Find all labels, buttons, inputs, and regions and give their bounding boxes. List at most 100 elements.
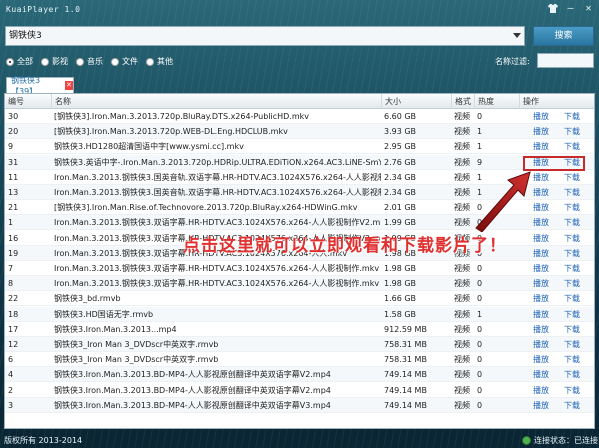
- table-row[interactable]: 12 钢铁侠3_Iron Man 3_DVDscr中英双字.rmvb 758.31 …: [5, 337, 594, 352]
- table-row[interactable]: 17 钢铁侠3.Iron.Man.3.2013...mp4 912.59 MB 视频 0…: [5, 322, 594, 337]
- download-link[interactable]: 下载: [561, 276, 580, 291]
- download-link[interactable]: 下载: [561, 155, 580, 170]
- play-link[interactable]: 播放: [530, 124, 549, 139]
- filter-row: 全部 影视 音乐 文件 其他 名称过滤:: [6, 53, 596, 68]
- cell-size: 6.60 GB: [384, 112, 417, 121]
- download-link[interactable]: 下载: [561, 139, 580, 154]
- play-link[interactable]: 播放: [530, 291, 549, 306]
- radio-icon[interactable]: [111, 57, 119, 66]
- cell-size: 749.14 MB: [384, 385, 427, 395]
- filter-video[interactable]: 影视: [41, 56, 68, 67]
- download-link[interactable]: 下载: [561, 383, 580, 398]
- radio-icon[interactable]: [6, 57, 14, 66]
- cell-no: 18: [8, 309, 19, 319]
- cell-size: 749.14 MB: [384, 400, 427, 410]
- download-link[interactable]: 下载: [561, 109, 580, 124]
- close-icon[interactable]: ✕: [64, 81, 73, 90]
- play-link[interactable]: 播放: [530, 367, 549, 382]
- play-link[interactable]: 播放: [530, 352, 549, 367]
- status-bar: 版权所有 2013-2014 连接状态：已连接: [0, 432, 599, 448]
- cell-name: Iron.Man.3.2013.钢铁侠3.国英音轨.双语字幕.HR-HDTV.A…: [54, 172, 381, 182]
- cell-name: 钢铁侠3_Iron Man 3_DVDscr中英双字.rmvb: [54, 355, 219, 365]
- download-link[interactable]: 下载: [561, 337, 580, 352]
- table-row[interactable]: 18 钢铁侠3.HD国语无字.rmvb 1.58 GB 视频 1 播放 下载: [5, 306, 594, 322]
- radio-icon[interactable]: [41, 57, 49, 66]
- cell-format: 视频: [454, 400, 470, 410]
- cell-no: 22: [8, 294, 19, 304]
- table-row[interactable]: 7 Iron.Man.3.2013.钢铁侠3.双语字幕.HR-HDTV.AC3.1…: [5, 261, 594, 276]
- table-row[interactable]: 3 钢铁侠3.Iron.Man.3.2013.BD-MP4-人人影视原创翻译中英双…: [5, 397, 594, 413]
- play-link[interactable]: 播放: [530, 261, 549, 276]
- name-filter-label: 名称过滤:: [495, 57, 530, 66]
- cell-name: 钢铁侠3_bd.rmvb: [54, 294, 121, 304]
- table-row[interactable]: 22 钢铁侠3_bd.rmvb 1.66 GB 视频 0 播放 下载: [5, 291, 594, 307]
- shirt-icon[interactable]: [546, 3, 559, 15]
- minimize-icon[interactable]: –: [564, 3, 577, 15]
- download-link[interactable]: 下载: [561, 215, 580, 230]
- col-header-no[interactable]: 编号: [5, 94, 51, 109]
- name-filter-input[interactable]: [537, 53, 594, 68]
- play-link[interactable]: 播放: [530, 322, 549, 337]
- table-row[interactable]: 8 Iron.Man.3.2013.钢铁侠3.双语字幕.HR-HDTV.AC3.1…: [5, 276, 594, 292]
- col-header-format[interactable]: 格式: [451, 94, 474, 109]
- col-header-size[interactable]: 大小: [381, 94, 451, 109]
- app-title: KuaiPlayer 1.0: [6, 5, 81, 14]
- table-row[interactable]: 9 钢铁侠3.HD1280超清国语中字[www.ysmi.cc].mkv 2.95 …: [5, 139, 594, 155]
- chevron-down-icon[interactable]: [513, 33, 521, 38]
- cell-size: 2.34 GB: [384, 188, 417, 197]
- play-link[interactable]: 播放: [530, 398, 549, 413]
- download-link[interactable]: 下载: [561, 231, 580, 246]
- cell-format: 视频: [454, 279, 470, 289]
- download-link[interactable]: 下载: [561, 246, 580, 261]
- download-link[interactable]: 下载: [561, 352, 580, 367]
- filter-music[interactable]: 音乐: [76, 56, 103, 67]
- filter-all[interactable]: 全部: [6, 56, 33, 67]
- cell-no: 31: [8, 157, 19, 167]
- table-row[interactable]: 6 钢铁侠3_Iron Man 3_DVDscr中英双字.rmvb 758.31 M…: [5, 352, 594, 368]
- filter-other[interactable]: 其他: [146, 56, 173, 67]
- radio-icon[interactable]: [146, 57, 154, 66]
- download-link[interactable]: 下载: [561, 291, 580, 306]
- download-link[interactable]: 下载: [561, 170, 580, 185]
- play-link[interactable]: 播放: [530, 231, 549, 246]
- download-link[interactable]: 下载: [561, 322, 580, 337]
- cell-name: 钢铁侠3.Iron.Man.3.2013...mp4: [54, 324, 177, 334]
- col-header-heat[interactable]: 热度: [474, 94, 519, 109]
- tab-search-result[interactable]: 钢铁侠3【39】 ✕: [6, 76, 74, 96]
- play-link[interactable]: 播放: [530, 337, 549, 352]
- cell-no: 11: [8, 172, 19, 182]
- cell-size: 1.98 GB: [384, 264, 417, 273]
- col-header-ops[interactable]: 操作: [519, 94, 594, 109]
- close-icon[interactable]: ✕: [582, 3, 595, 15]
- download-link[interactable]: 下载: [561, 124, 580, 139]
- table-row[interactable]: 2 钢铁侠3.Iron.Man.3.2013.BD-MP4-人人影视原创翻译中英双…: [5, 383, 594, 398]
- play-link[interactable]: 播放: [530, 246, 549, 261]
- play-link[interactable]: 播放: [530, 383, 549, 398]
- cell-size: 1.98 GB: [384, 279, 417, 289]
- search-button[interactable]: 搜索: [533, 26, 594, 46]
- download-link[interactable]: 下载: [561, 367, 580, 382]
- cell-name: [钢铁侠3].Iron.Man.3.2013.720p.BluRay.DTS.x…: [54, 112, 310, 121]
- play-link[interactable]: 播放: [530, 109, 549, 124]
- download-link[interactable]: 下载: [561, 261, 580, 276]
- radio-icon[interactable]: [76, 57, 84, 66]
- table-row[interactable]: 4 钢铁侠3.Iron.Man.3.2013.BD-MP4-人人影视原创翻译中英双…: [5, 367, 594, 383]
- cell-heat: 0: [477, 264, 483, 273]
- cell-name: [钢铁侠3].Iron.Man.Rise.of.Technovore.2013.…: [54, 203, 358, 213]
- play-link[interactable]: 播放: [530, 139, 549, 154]
- cell-no: 13: [8, 188, 19, 197]
- play-link[interactable]: 播放: [530, 276, 549, 291]
- play-link[interactable]: 播放: [530, 307, 549, 322]
- col-header-name[interactable]: 名称: [51, 94, 381, 109]
- search-input[interactable]: 钢铁侠3: [5, 26, 525, 46]
- table-row[interactable]: 30 [钢铁侠3].Iron.Man.3.2013.720p.BluRay.DTS…: [5, 109, 594, 124]
- table-row[interactable]: 20 [钢铁侠3].Iron.Man.3.2013.720p.WEB-DL.Eng…: [5, 124, 594, 140]
- filter-file[interactable]: 文件: [111, 56, 138, 67]
- cell-no: 12: [8, 340, 19, 349]
- cell-no: 21: [8, 203, 19, 213]
- download-link[interactable]: 下载: [561, 307, 580, 322]
- cell-format: 视频: [454, 264, 470, 273]
- download-link[interactable]: 下载: [561, 185, 580, 200]
- download-link[interactable]: 下载: [561, 200, 580, 215]
- download-link[interactable]: 下载: [561, 398, 580, 413]
